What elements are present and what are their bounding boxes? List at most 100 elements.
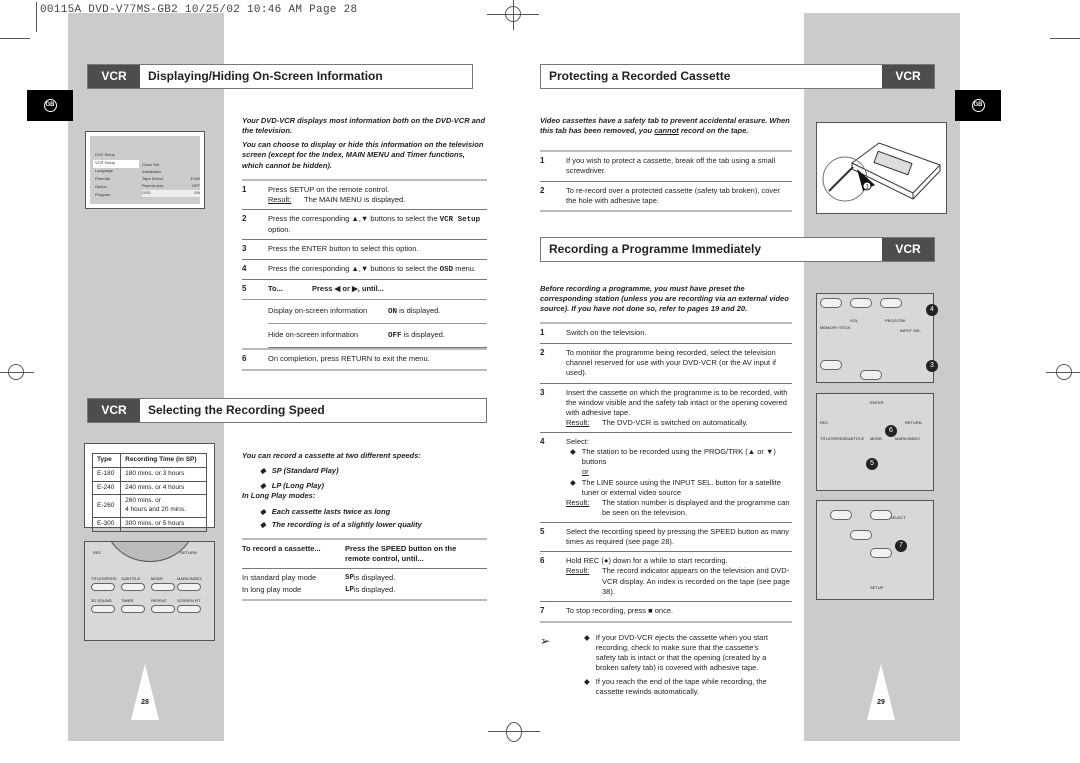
remote-button-label: 3D SOUND [91,598,112,603]
lp-note: The recording is of a slightly lower qua… [271,519,422,529]
submenu-row: Tape Select E180 [142,176,200,183]
notes: ➢ ◆ If your DVD-VCR ejects the cassette w… [540,633,792,702]
bullet-icon: ◆ [584,677,590,687]
step-text: Press the corresponding ▲,▼ buttons to s… [268,263,440,273]
crop-mark [0,372,34,373]
submenu-row: Installation [142,169,200,176]
step: 2 Press the corresponding ▲,▼ buttons to … [242,210,487,241]
intro-text: You can choose to display or hide this i… [242,140,484,170]
remote-button [177,605,201,613]
remote-button [880,298,902,308]
language-badge-right: GB [955,90,1001,121]
step: 3 Press the ENTER button to select this o… [242,240,487,260]
mode-code: LP [345,586,355,595]
submenu-label: Tape Select [142,176,163,181]
step: 1 If you wish to protect a cassette, brea… [540,152,792,182]
menu-screenshot: DVD Setup VCR Setup Language Parental Option… [85,131,205,209]
remote-button-label: ENTER [870,400,884,405]
option-code: ON [388,307,398,316]
intro-text: You can record a cassette at two differe… [242,451,421,460]
remote-button-label: SCREEN FIT [177,598,201,603]
mode-suffix: is displayed. [354,573,396,582]
step-content: To stop recording, press ■ once. [566,606,792,617]
lp-note: Each cassette lasts twice as long [271,506,391,516]
remote-button-label: TITLE/SPEED [820,436,846,441]
step-content: Select the recording speed by pressing t… [566,527,792,547]
remote-button-label: SUBTITLE [845,436,865,441]
remote-button-label: REC [93,550,102,555]
remote-button-label: TITLE/SPEED [91,576,117,581]
remote-button-label: MARK/INDEX [895,436,920,441]
column-header: Press ◀ or ▶, until... [312,284,384,294]
section-title: Recording a Programme Immediately [541,238,882,261]
remote-button-label: SUBTITLE [121,576,141,581]
remote-button-label: PROG/TRK [885,318,906,323]
remote-button [830,510,852,520]
step-number: 6 [540,556,545,566]
speed-row: In long play mode LP is displayed. [242,585,487,595]
step: 5 Select the recording speed by pressing … [540,523,792,553]
submenu-label: Repeat play [142,183,164,188]
crop-mark [1046,372,1080,373]
result-text: The record indicator appears on the tele… [602,566,790,596]
step: 2 To monitor the programme being recorded… [540,344,792,384]
result-text: The DVD-VCR is switched on automatically… [602,417,748,427]
remote-button-label: REPEAT [151,598,167,603]
result-label: Result: [566,497,590,507]
step-number: 6 [242,354,247,364]
step: 3 Insert the cassette on which the progra… [540,384,792,434]
section-body: Before recording a programme, you must h… [540,284,792,701]
result-label: Result: [566,417,590,427]
submenu-row: Repeat play OFF [142,183,200,190]
step-number: 5 [540,527,545,537]
step-content: Hold REC (●) down for a while to start r… [566,556,792,597]
callout-number: 6 [885,425,897,437]
submenu-row: OSD ON [142,190,200,197]
step-number: 1 [242,184,247,194]
table-cell: 240 mins. or 4 hours [120,480,207,496]
gb-label: GB [43,99,57,112]
submenu-value: ON [194,190,200,195]
subheading: In Long Play modes: [242,491,316,501]
crop-mark [488,731,540,732]
column-header: To record a cassette... [242,543,321,553]
remote-button-label: REC [820,420,829,425]
step-text: Select: [566,437,589,447]
table-row: E-240 240 mins. or 4 hours [91,480,207,496]
step-text: To monitor the programme being recorded,… [566,348,776,378]
menu-item: Parental [95,176,110,181]
mode-code: SP [345,574,355,582]
result: Result: The record indicator appears on t… [566,566,792,596]
section-tag: VCR [882,65,934,88]
remote-button [820,360,842,370]
step-text: To re-record over a protected cassette (… [566,185,780,205]
remote-button-label: MEMORY STICK [820,325,851,330]
menu-item: DVD Setup [95,152,116,157]
result-text: The station number is displayed and the … [602,497,790,517]
cassette-image: 1 [816,122,947,214]
mode-suffix: is displayed. [354,585,396,595]
step: 1 Switch on the television. [540,324,792,345]
result-label: Result: [268,194,292,204]
remote-control-image-middle [816,393,934,491]
speed-option: SP (Standard Play) [271,466,339,476]
menu-item: Option [95,184,107,189]
table-cell: E-240 [91,480,122,496]
remote-button [121,605,145,613]
table-cell: E-180 [91,466,122,482]
step: 7 To stop recording, press ■ once. [540,602,792,623]
page-number: 28 [141,699,149,706]
section1-body: Your DVD-VCR displays most information b… [242,116,487,371]
remote-button [121,583,145,591]
step-content: Insert the cassette on which the program… [566,388,792,429]
column-header: To... [268,284,283,294]
option-suffix: is displayed. [397,305,441,315]
table-row: E-180 180 mins. or 3 hours [91,466,207,482]
remote-button-label: MODE [151,576,163,581]
remote-button [177,583,201,591]
step-text: Switch on the television. [566,328,647,338]
menu-item: Language [95,168,113,173]
table-cell: E-300 [91,516,122,532]
remote-button [151,583,175,591]
step-text: Press the ENTER button to select this op… [268,244,419,254]
